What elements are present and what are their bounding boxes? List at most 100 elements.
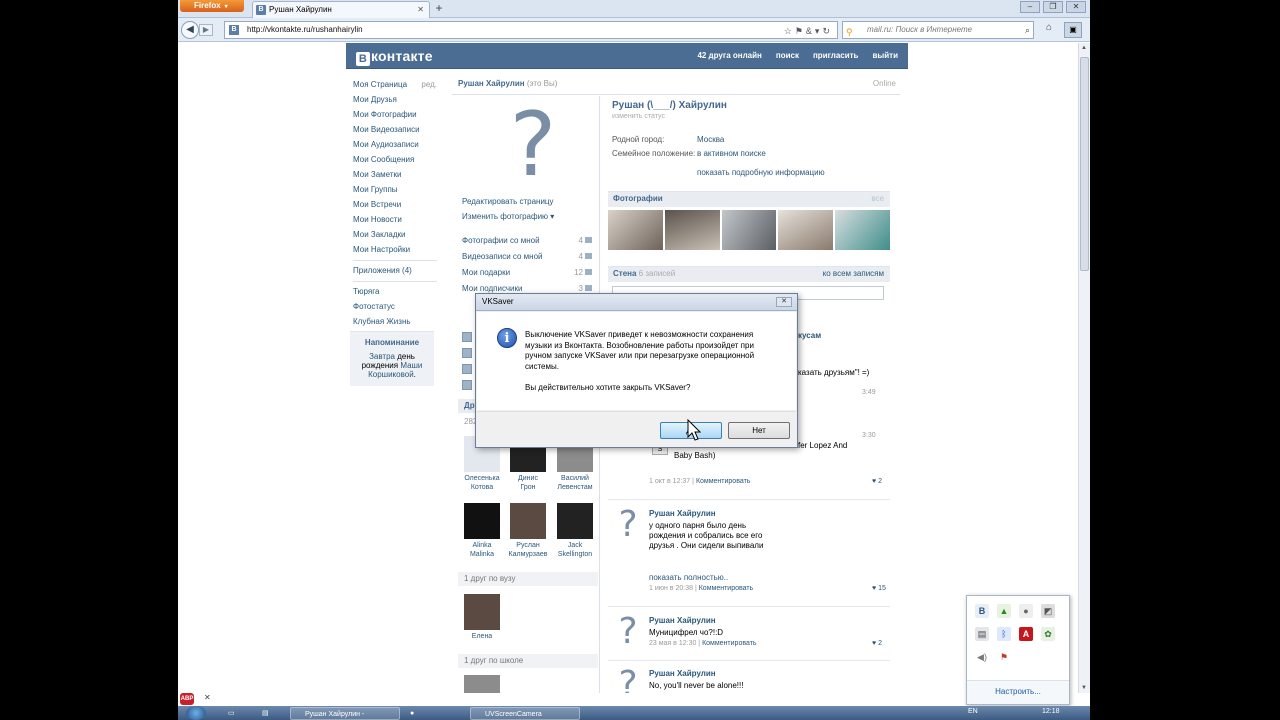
action-icon-3[interactable] — [462, 364, 472, 374]
photos-all-link[interactable]: все — [871, 192, 884, 206]
search-bar[interactable]: ⚲ mail.ru: Поиск в Интернете ⌕ — [842, 21, 1034, 39]
nav-logout[interactable]: выйти — [872, 51, 898, 60]
school-friends-title[interactable]: 1 друг по школе — [458, 654, 598, 668]
menu-item-bookmarks[interactable]: Мои Закладки — [353, 227, 437, 242]
flag-tray-icon[interactable]: ⚑ — [997, 650, 1011, 664]
address-bar[interactable]: B http://vkontakte.ru/rushanhairylin ☆⚑&… — [224, 21, 838, 39]
edit-link[interactable]: ред. — [421, 77, 437, 92]
menu-item-my-page[interactable]: Моя Страница ред. — [353, 77, 437, 92]
new-tab-button[interactable]: + — [430, 1, 448, 17]
translate-icon[interactable]: ⚑ — [795, 26, 806, 36]
extension-button[interactable]: ▣ — [1064, 22, 1082, 38]
menu-item-settings[interactable]: Мои Настройки — [353, 242, 437, 257]
like-button[interactable]: ♥ 2 — [872, 478, 882, 485]
friend-card[interactable]: Руслан Калмурзаев — [506, 503, 550, 559]
reminder-tomorrow-link[interactable]: Завтра — [369, 352, 395, 361]
camera-tray-icon[interactable]: ● — [410, 707, 424, 720]
action-icon-1[interactable] — [462, 332, 472, 342]
taskbar-item-firefox[interactable]: Рушан Хайрулин - — [290, 707, 400, 720]
scrollbar-thumb[interactable] — [1080, 57, 1089, 271]
photos-section-header[interactable]: Фотографии все — [608, 191, 890, 207]
close-tab-icon[interactable]: ✕ — [417, 2, 424, 17]
forward-button[interactable]: ▶ — [199, 24, 213, 36]
user-tray-icon[interactable]: ● — [1019, 604, 1033, 618]
menu-item-videos[interactable]: Мои Видеозаписи — [353, 122, 437, 137]
menu-item-friends[interactable]: Мои Друзья — [353, 92, 437, 107]
language-indicator[interactable]: EN — [968, 708, 978, 715]
bookmark-star-icon[interactable]: ☆ — [784, 26, 795, 36]
ampersand-icon[interactable]: & — [806, 26, 815, 36]
menu-item-audio[interactable]: Мои Аудиозаписи — [353, 137, 437, 152]
photo-thumb[interactable] — [835, 210, 890, 250]
browser-tab[interactable]: B Рушан Хайрулин ✕ — [252, 1, 430, 18]
comment-link[interactable]: Комментировать — [699, 585, 754, 592]
post-avatar-placeholder-icon[interactable]: ? — [614, 614, 642, 650]
change-status-link[interactable]: изменить статус — [612, 113, 665, 120]
photo-thumb[interactable] — [608, 210, 663, 250]
menu-item-events[interactable]: Мои Встречи — [353, 197, 437, 212]
security-tray-icon[interactable]: ✿ — [1041, 627, 1055, 641]
close-addon-bar-icon[interactable]: ✕ — [204, 693, 211, 702]
count-row-videos-with-me[interactable]: Видеозаписи со мной 4 — [458, 250, 598, 264]
post-author[interactable]: Рушан Хайрулин — [649, 669, 716, 678]
nav-friends-online[interactable]: 42 друга онлайн — [697, 51, 761, 60]
avatar-placeholder-icon[interactable]: ? — [508, 95, 558, 195]
adblock-icon[interactable]: ABP — [180, 693, 194, 705]
acrobat-tray-icon[interactable]: A — [1019, 627, 1033, 641]
friend-card[interactable]: Alinka Malinka — [460, 503, 504, 559]
show-desktop-icon[interactable]: ▭ — [228, 707, 242, 720]
friend-card[interactable] — [460, 675, 504, 693]
search-engine-icon[interactable]: ⚲ — [846, 24, 853, 40]
post-avatar-placeholder-icon[interactable]: ? — [614, 667, 642, 694]
university-friends-title[interactable]: 1 друг по вузу — [458, 572, 598, 586]
menu-item-news[interactable]: Мои Новости — [353, 212, 437, 227]
back-button[interactable]: ◀ — [181, 21, 199, 39]
dialog-close-button[interactable]: ✕ — [776, 297, 792, 307]
friend-card[interactable]: Jack Skellington — [553, 503, 597, 559]
photo-thumb[interactable] — [721, 210, 777, 250]
scroll-up-icon[interactable]: ▲ — [1081, 45, 1087, 51]
scroll-down-icon[interactable]: ▼ — [1081, 685, 1087, 691]
close-window-button[interactable]: ✕ — [1066, 1, 1086, 13]
menu-item-apps[interactable]: Приложения (4) — [353, 263, 437, 278]
menu-item-groups[interactable]: Мои Группы — [353, 182, 437, 197]
edit-page-link[interactable]: Редактировать страницу — [462, 197, 554, 206]
menu-item-photos[interactable]: Мои Фотографии — [353, 107, 437, 122]
no-button[interactable]: Нет — [728, 422, 790, 439]
maximize-button[interactable]: ❐ — [1043, 1, 1063, 13]
clock[interactable]: 12:18 — [1042, 708, 1060, 715]
friend-card[interactable]: Елена — [460, 594, 504, 641]
change-photo-link[interactable]: Изменить фотографию ▾ — [462, 212, 554, 221]
search-go-icon[interactable]: ⌕ — [1025, 22, 1030, 38]
network-warning-icon[interactable]: ▲ — [997, 604, 1011, 618]
reload-icon[interactable]: ↻ — [822, 26, 833, 36]
info-value-link[interactable]: Москва — [697, 135, 724, 144]
display-tray-icon[interactable]: ▤ — [975, 627, 989, 641]
vk-logo[interactable]: Bконтакте — [356, 48, 433, 66]
dialog-title-bar[interactable]: VKSaver — [476, 294, 797, 311]
nav-invite[interactable]: пригласить — [813, 51, 859, 60]
page-scrollbar[interactable]: ▲ ▼ — [1078, 43, 1090, 693]
like-button[interactable]: ♥ 15 — [872, 585, 886, 592]
comment-link[interactable]: Комментировать — [702, 640, 757, 647]
volume-icon[interactable]: ◀) — [975, 650, 989, 664]
post-avatar-placeholder-icon[interactable]: ? — [614, 507, 642, 543]
post-author[interactable]: Рушан Хайрулин — [649, 616, 716, 625]
menu-item-messages[interactable]: Мои Сообщения — [353, 152, 437, 167]
menu-item-app-turyaga[interactable]: Тюряга — [353, 284, 437, 299]
nav-search[interactable]: поиск — [776, 51, 799, 60]
wall-all-link[interactable]: ко всем записям — [823, 267, 884, 281]
show-more-info-link[interactable]: показать подробную информацию — [697, 168, 825, 177]
vk-tray-icon[interactable]: B — [975, 604, 989, 618]
start-button[interactable] — [186, 706, 206, 720]
wall-section-header[interactable]: Стена 6 записей ко всем записям — [608, 266, 890, 282]
explorer-icon[interactable]: ▤ — [262, 707, 276, 720]
customize-tray-link[interactable]: Настроить... — [967, 680, 1069, 704]
count-row-gifts[interactable]: Мои подарки 12 — [458, 266, 598, 280]
info-value-link[interactable]: в активном поиске — [697, 149, 766, 158]
like-button[interactable]: ♥ 2 — [872, 640, 882, 647]
minimize-button[interactable]: – — [1020, 1, 1040, 13]
photo-thumb[interactable] — [778, 210, 834, 250]
app-tray-icon[interactable]: ◩ — [1041, 604, 1055, 618]
action-icon-4[interactable] — [462, 380, 472, 390]
